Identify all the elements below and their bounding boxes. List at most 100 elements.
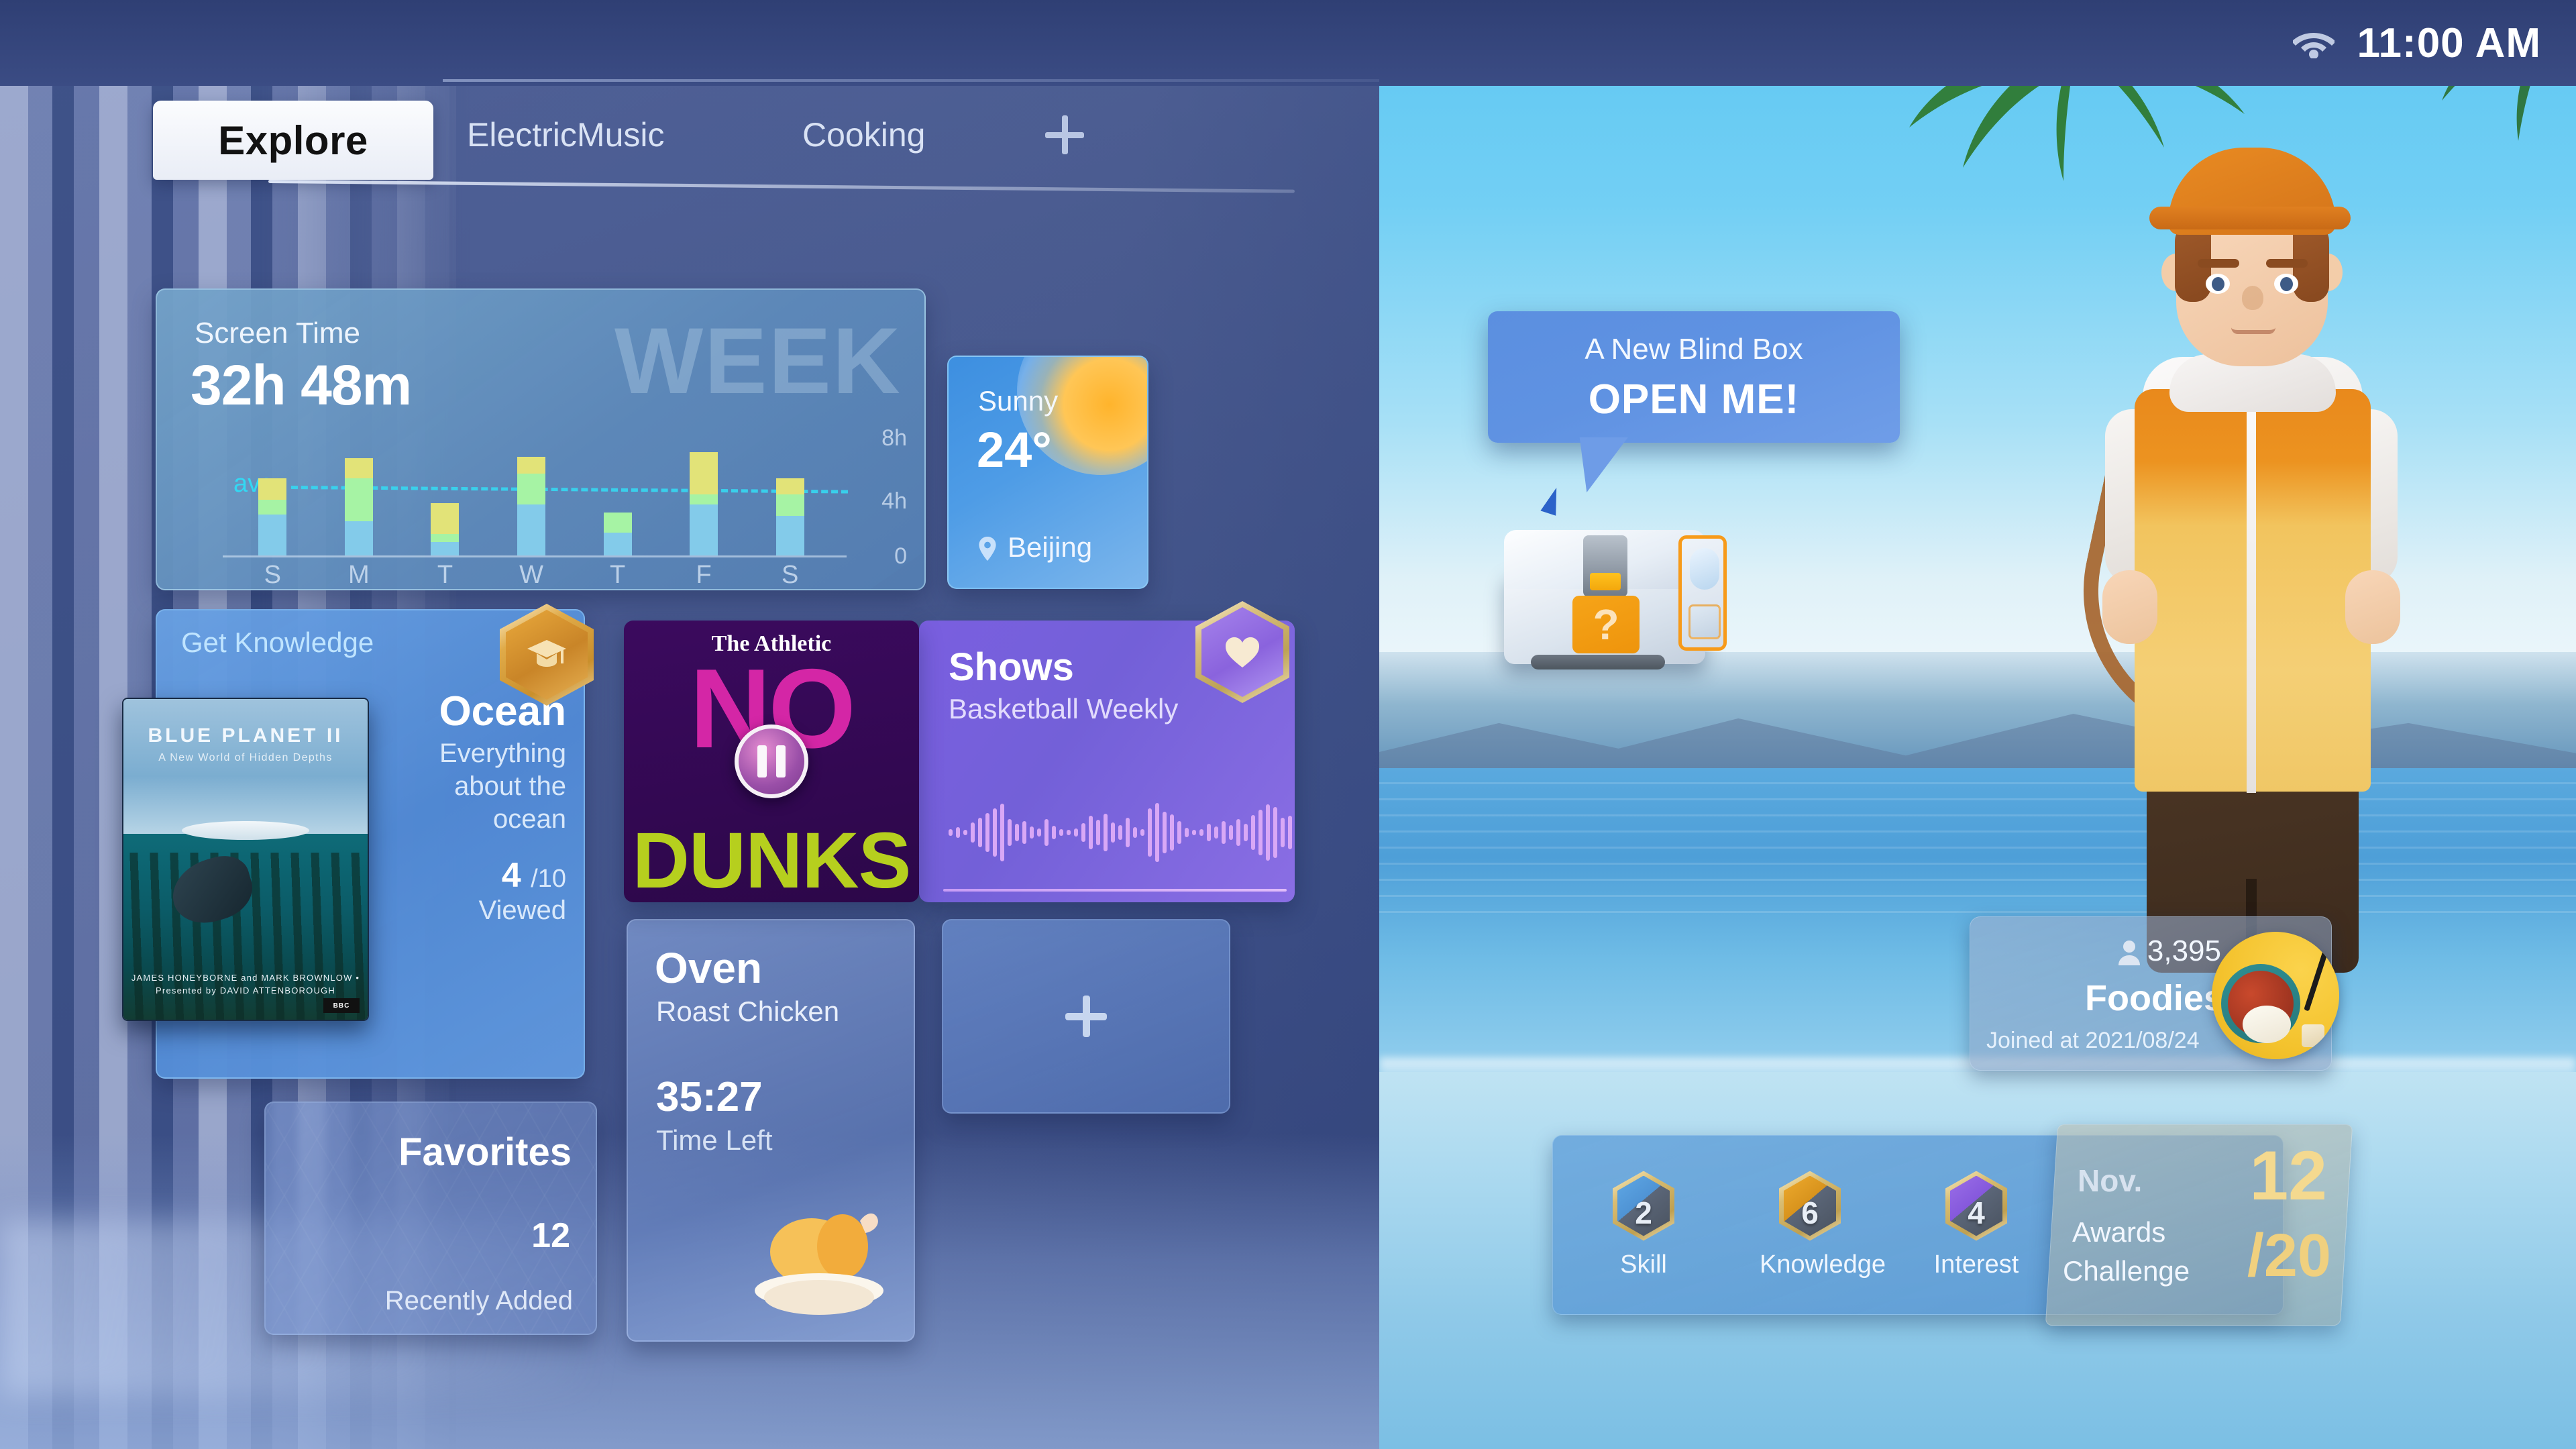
waveform-bar xyxy=(963,830,967,835)
tab-cooking[interactable]: Cooking xyxy=(802,115,925,154)
bubble-line-2: OPEN ME! xyxy=(1588,376,1800,423)
avatar-hoodie-zip xyxy=(2247,390,2256,793)
waveform-bar xyxy=(1074,828,1078,837)
waveform-bar xyxy=(1140,829,1144,836)
waveform-bar xyxy=(1044,819,1049,846)
chart-bar-segment xyxy=(344,458,373,478)
screen-time-axis xyxy=(223,555,847,557)
chart-bar-segment xyxy=(775,478,804,495)
waveform-bar xyxy=(1155,803,1159,862)
foodies-name: Foodies xyxy=(2084,978,2224,1018)
ocean-progress-current: 4 xyxy=(501,856,521,896)
screen-time-period-watermark: WEEK xyxy=(614,308,902,413)
avatar-scene-panel: 11:00 AM A New Blind Box OPEN ME! ? 3,39… xyxy=(1379,0,2576,1449)
weather-card[interactable]: Sunny 24° Beijing xyxy=(947,356,1148,589)
oven-timer-label: Time Left xyxy=(656,1124,773,1156)
achievement-skill[interactable]: 2 Skill xyxy=(1593,1171,1694,1279)
avatar-cap-brim xyxy=(2149,207,2351,229)
waveform-bar xyxy=(1133,827,1137,838)
avatar-right-hand xyxy=(2345,570,2400,644)
waveform-baseline xyxy=(943,889,1287,892)
awards-title-line2: Challenge xyxy=(2063,1255,2190,1287)
chart-bar-segment xyxy=(603,513,632,533)
mystery-chest-icon[interactable]: ? xyxy=(1504,515,1727,669)
achievement-knowledge[interactable]: 6 Knowledge xyxy=(1760,1171,1886,1279)
favorites-title: Favorites xyxy=(398,1130,572,1174)
oven-card[interactable]: Oven Roast Chicken 35:27 Time Left xyxy=(627,919,915,1342)
top-bar-background xyxy=(0,0,1379,86)
chart-bar xyxy=(517,424,545,555)
foodies-joined-date: Joined at 2021/08/24 xyxy=(1986,1028,2200,1053)
app-screen: Explore ElectricMusic Cooking WEEK Scree… xyxy=(0,0,2576,1449)
waveform-bar xyxy=(1081,823,1085,842)
waveform-bar xyxy=(1163,812,1167,853)
shows-subtitle: Basketball Weekly xyxy=(949,693,1179,724)
y-tick-8h: 8h xyxy=(881,425,907,451)
waveform-bar xyxy=(1000,804,1004,861)
blue-planet-poster[interactable]: BLUE PLANET II A New World of Hidden Dep… xyxy=(122,698,369,1021)
ocean-info: Ocean Everything about the ocean 4 /10 V… xyxy=(412,690,566,926)
heart-glyph xyxy=(1225,637,1260,667)
chest-clasp xyxy=(1583,535,1627,597)
podcast-title-line2: DUNKS xyxy=(632,816,912,902)
waveform-bar xyxy=(1236,819,1240,846)
awards-challenge-card[interactable]: Nov. Awards Challenge 12 /20 xyxy=(2045,1124,2353,1326)
waveform-bar xyxy=(1089,816,1093,849)
chart-x-label: S xyxy=(782,561,799,589)
chart-bar xyxy=(603,424,632,555)
blind-box-speech-bubble[interactable]: A New Blind Box OPEN ME! xyxy=(1488,311,1900,443)
ocean-progress-label: Viewed xyxy=(478,896,566,926)
oven-title: Oven xyxy=(655,944,763,992)
avatar-left-hand xyxy=(2102,570,2157,644)
chart-bar-segment xyxy=(690,451,718,495)
podcast-card[interactable]: The Athletic NO DUNKS xyxy=(624,621,919,902)
achievement-interest[interactable]: 4 Interest xyxy=(1926,1171,2027,1279)
chart-x-label: S xyxy=(264,561,281,589)
chest-question-mark: ? xyxy=(1572,596,1640,653)
tab-electricmusic[interactable]: ElectricMusic xyxy=(467,115,664,154)
food-bowl-icon xyxy=(2212,932,2339,1059)
waveform-bar xyxy=(949,829,953,836)
wifi-icon xyxy=(2292,33,2334,58)
chart-bar xyxy=(431,424,460,555)
audio-waveform-icon xyxy=(949,800,1292,865)
avatar-right-eye xyxy=(2274,274,2298,294)
get-knowledge-title: Get Knowledge xyxy=(181,627,374,658)
location-pin-icon xyxy=(978,537,997,561)
ceiling-edge-line xyxy=(443,79,1379,82)
chart-x-label: T xyxy=(437,561,453,589)
chart-bar-segment xyxy=(258,499,287,515)
awards-total: /20 xyxy=(2247,1222,2331,1289)
chart-x-label: M xyxy=(348,561,370,589)
person-icon xyxy=(2118,941,2140,965)
chart-bar xyxy=(344,424,373,555)
achievement-knowledge-label: Knowledge xyxy=(1760,1250,1886,1279)
achievement-knowledge-value: 6 xyxy=(1801,1195,1819,1230)
chart-x-label: F xyxy=(696,561,712,589)
chart-bar-segment xyxy=(690,504,718,555)
graduation-cap-glyph xyxy=(527,640,566,667)
poster-sky xyxy=(123,699,368,841)
awards-current: 12 xyxy=(2249,1137,2327,1215)
pause-icon[interactable] xyxy=(735,724,808,798)
favorites-subtitle: Recently Added xyxy=(384,1286,573,1316)
favorites-card[interactable]: Favorites 12 Recently Added xyxy=(264,1102,597,1335)
bubble-line-1: A New Blind Box xyxy=(1585,333,1803,366)
interest-badge-icon: 4 xyxy=(1945,1171,2007,1241)
plus-icon xyxy=(1065,996,1107,1037)
tab-explore[interactable]: Explore xyxy=(153,101,433,180)
screen-time-card[interactable]: WEEK Screen Time 32h 48m avg 8h 4h 0 SMT… xyxy=(156,288,926,590)
chest-base-bolt xyxy=(1531,655,1665,669)
waveform-bar xyxy=(1030,826,1034,839)
add-widget-card[interactable] xyxy=(942,919,1230,1114)
foodies-group-card[interactable]: 3,395 Foodies Joined at 2021/08/24 xyxy=(1970,916,2339,1071)
waveform-bar xyxy=(1118,825,1122,840)
add-tab-button[interactable] xyxy=(1045,115,1084,154)
chart-bar-segment xyxy=(603,532,632,555)
avatar-nose xyxy=(2242,286,2263,310)
waveform-bar xyxy=(1148,808,1152,857)
waveform-bar xyxy=(1199,829,1203,836)
tab-bar: Explore ElectricMusic Cooking xyxy=(153,101,1293,181)
skill-badge-icon: 2 xyxy=(1613,1171,1674,1241)
chart-bar-segment xyxy=(431,542,460,555)
